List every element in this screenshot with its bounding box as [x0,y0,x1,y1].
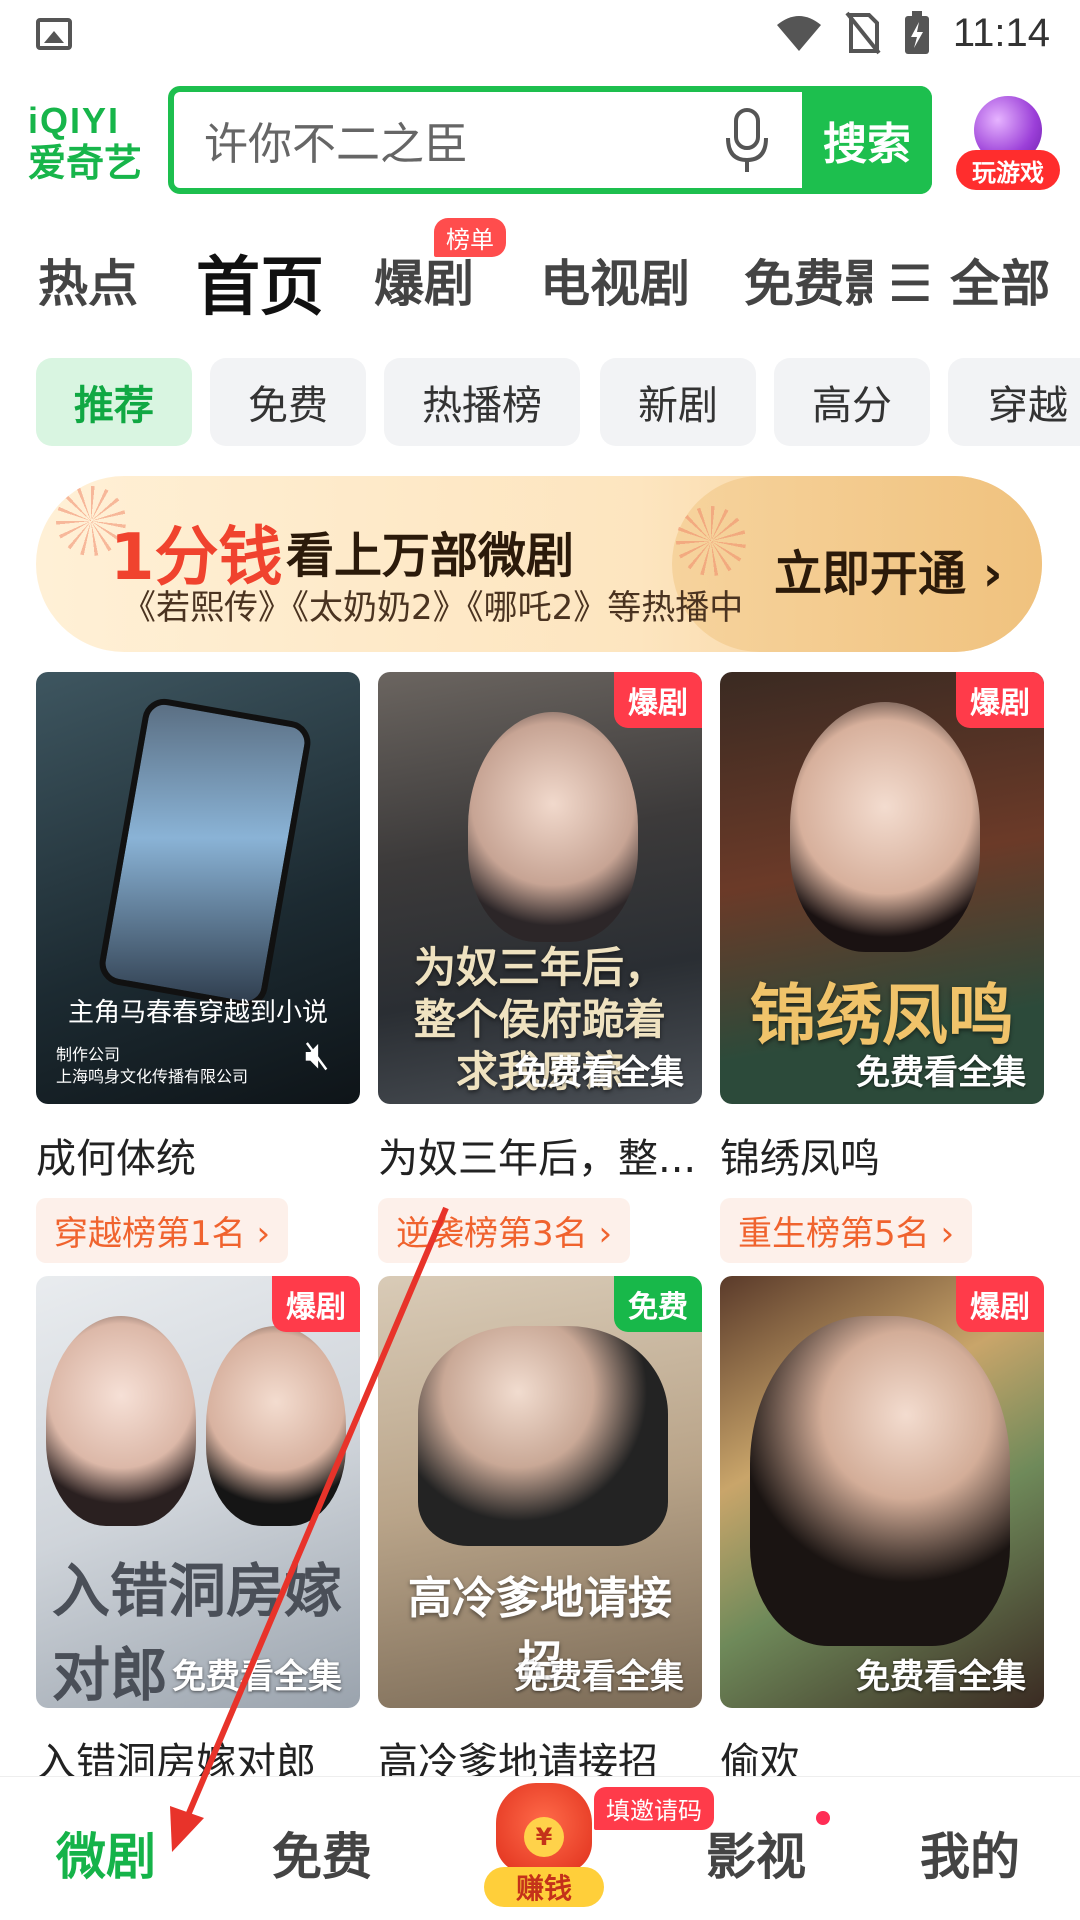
actor-portrait [206,1326,346,1526]
nav-film-tv[interactable]: 影视 [706,1817,806,1889]
phone-illustration [96,695,314,1011]
game-label: 玩游戏 [956,150,1060,190]
free-watch-label: 免费看全集 [514,1657,684,1697]
rank-chip[interactable]: 穿越榜第1名 › [36,1198,289,1263]
actress-portrait [46,1316,196,1526]
clock: 11:14 [952,10,1050,55]
drama-card[interactable]: 高冷爹地请接招 免费 免费看全集 高冷爹地请接招 [378,1276,702,1788]
drama-card[interactable]: 爆剧 免费看全集 偷欢 [720,1276,1044,1788]
drama-card[interactable]: 入错洞房嫁对郎 爆剧 免费看全集 入错洞房嫁对郎 [36,1276,360,1788]
free-watch-label: 免费看全集 [514,1053,684,1093]
poster-image[interactable]: 锦绣凤鸣 爆剧 免费看全集 [720,672,1044,1104]
poster-caption: 主角马春春穿越到小说 [67,998,328,1028]
iqiyi-logo[interactable]: iQIYI 爱奇艺 [28,100,143,184]
actress-portrait [468,712,638,942]
free-watch-label: 免费看全集 [856,1053,1026,1093]
ranking-badge: 榜单 [434,218,506,257]
banner-open-button[interactable]: 立即开通 › [774,534,1003,604]
menu-icon: ☰ [888,255,951,313]
chip-time-travel[interactable]: 穿越 [948,358,1080,446]
chip-recommended[interactable]: 推荐 [36,358,192,446]
earn-label: 赚钱 [484,1867,604,1907]
nav-earn-money[interactable]: ¥ 赚钱 [484,1777,604,1907]
firework-decoration [676,506,746,576]
drama-card[interactable]: 主角马春春穿越到小说 制作公司 上海鸣身文化传播有限公司 🔇︎ 成何体统 穿越榜… [36,672,360,1263]
card-title: 成何体统 [36,1136,196,1182]
tab-tv-series[interactable]: 电视剧 [540,244,690,316]
mute-icon[interactable]: 🔇︎ [305,1032,330,1078]
chip-new[interactable]: 新剧 [600,358,756,446]
top-tabs: 热点 首页 爆剧 电视剧 免费影 ☰ 全部 [0,236,1080,328]
free-watch-label: 免费看全集 [856,1657,1026,1697]
banner-subtitle: 《若熙传》《太奶奶2》《哪吒2》等热播中 [122,588,744,628]
chip-hot-ranking[interactable]: 热播榜 [384,358,580,446]
poster-company: 制作公司 上海鸣身文化传播有限公司 [56,1045,249,1086]
free-tag: 免费 [614,1276,702,1332]
rank-chip[interactable]: 逆袭榜第3名 › [378,1198,631,1263]
tab-free-movies[interactable]: 免费影 [744,244,872,316]
tab-hot[interactable]: 热点 [38,244,138,316]
no-sim-icon [845,11,881,55]
logo-chinese: 爱奇艺 [28,141,143,185]
hit-drama-tag: 爆剧 [272,1276,360,1332]
status-icons: 11:14 [775,10,1050,56]
bottom-navigation: 微剧 免费 ¥ 赚钱 填邀请码 影视 我的 [0,1776,1080,1920]
notification-dot [816,1811,830,1825]
image-icon [36,18,72,50]
chip-free[interactable]: 免费 [210,358,366,446]
status-bar: 11:14 [0,0,1080,75]
poster-image[interactable]: 入错洞房嫁对郎 爆剧 免费看全集 [36,1276,360,1708]
poster-image[interactable]: 高冷爹地请接招 免费 免费看全集 [378,1276,702,1708]
rank-chip[interactable]: 重生榜第5名 › [720,1198,973,1263]
tab-all[interactable]: ☰ 全部 [888,244,1050,316]
tab-home[interactable]: 首页 [196,236,324,328]
couple-portrait [750,1316,1010,1646]
search-bar[interactable]: 许你不二之臣 搜索 [168,86,932,194]
actress-portrait [790,702,980,952]
family-portrait [418,1326,668,1546]
search-button[interactable]: 搜索 [802,86,932,194]
nav-free[interactable]: 免费 [272,1817,372,1889]
poster-image[interactable]: 主角马春春穿越到小说 制作公司 上海鸣身文化传播有限公司 🔇︎ [36,672,360,1104]
poster-title-art: 锦绣凤鸣 [750,976,1014,1054]
nav-mine[interactable]: 我的 [920,1817,1020,1889]
tab-all-label: 全部 [950,255,1051,313]
chip-high-score[interactable]: 高分 [774,358,930,446]
nav-micro-drama[interactable]: 微剧 [56,1817,156,1889]
play-game-button[interactable]: 玩游戏 [952,92,1064,196]
hit-drama-tag: 爆剧 [956,1276,1044,1332]
poster-image[interactable]: 爆剧 免费看全集 [720,1276,1044,1708]
wifi-icon [776,16,821,51]
card-title: 为奴三年后，整... [378,1136,697,1182]
vip-promo-banner[interactable]: 1分钱 看上万部微剧 《若熙传》《太奶奶2》《哪吒2》等热播中 立即开通 › [36,476,1042,652]
banner-title: 看上万部微剧 [286,528,575,584]
logo-wordmark: iQIYI [28,100,121,141]
poster-image[interactable]: 为奴三年后，整个侯府跪着求我原谅 爆剧 免费看全集 [378,672,702,1104]
battery-charging-icon [904,11,929,54]
hit-drama-tag: 爆剧 [956,672,1044,728]
microphone-icon[interactable] [722,106,772,176]
drama-card[interactable]: 锦绣凤鸣 爆剧 免费看全集 锦绣凤鸣 重生榜第5名 › [720,672,1044,1263]
coin-icon: ¥ [524,1817,564,1857]
free-watch-label: 免费看全集 [172,1657,342,1697]
invite-code-badge[interactable]: 填邀请码 [594,1787,714,1830]
drama-card[interactable]: 为奴三年后，整个侯府跪着求我原谅 爆剧 免费看全集 为奴三年后，整... 逆袭榜… [378,672,702,1263]
search-input[interactable]: 许你不二之臣 [204,108,468,172]
hit-drama-tag: 爆剧 [614,672,702,728]
card-title: 锦绣凤鸣 [720,1136,880,1182]
